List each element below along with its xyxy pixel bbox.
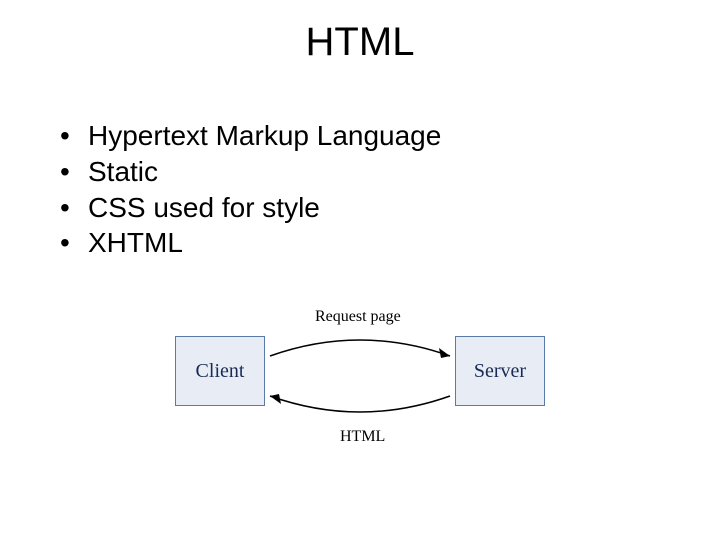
list-item-text: Static — [88, 154, 158, 190]
list-item: • Hypertext Markup Language — [60, 118, 441, 154]
list-item: • CSS used for style — [60, 190, 441, 226]
arrows-icon — [265, 336, 455, 416]
server-box-label: Server — [474, 360, 526, 383]
list-item-text: Hypertext Markup Language — [88, 118, 441, 154]
slide-title: HTML — [0, 20, 720, 65]
server-box: Server — [455, 336, 545, 406]
list-item: • Static — [60, 154, 441, 190]
list-item: • XHTML — [60, 225, 441, 261]
bullet-dot: • — [60, 118, 88, 154]
list-item-text: XHTML — [88, 225, 183, 261]
bullet-list: • Hypertext Markup Language • Static • C… — [60, 118, 441, 261]
client-box: Client — [175, 336, 265, 406]
slide: HTML • Hypertext Markup Language • Stati… — [0, 0, 720, 540]
list-item-text: CSS used for style — [88, 190, 320, 226]
request-label: Request page — [315, 308, 401, 326]
bullet-dot: • — [60, 154, 88, 190]
client-server-diagram: Request page Client Server HTML — [175, 300, 545, 460]
client-box-label: Client — [196, 360, 245, 383]
bullet-dot: • — [60, 225, 88, 261]
bullet-dot: • — [60, 190, 88, 226]
response-label: HTML — [340, 428, 385, 446]
